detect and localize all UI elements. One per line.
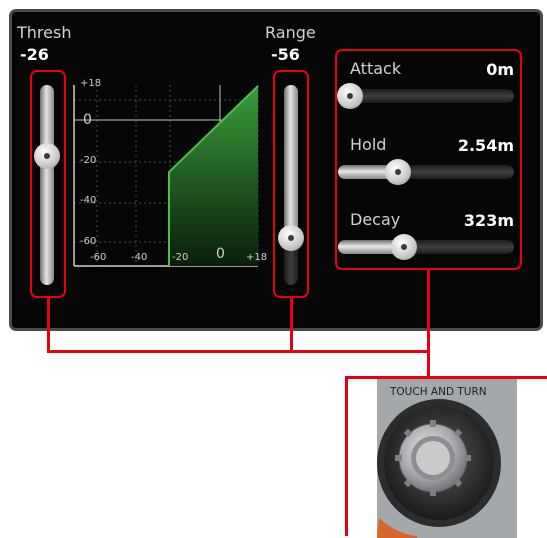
range-value: -56 bbox=[271, 45, 300, 64]
threshold-value: -26 bbox=[20, 45, 49, 64]
time-params-highlight-box bbox=[335, 49, 522, 270]
graph-y-tick-60: -60 bbox=[80, 236, 97, 247]
connector-horizontal bbox=[47, 350, 430, 353]
graph-x-tick-60: -60 bbox=[90, 252, 107, 263]
graph-y-tick-20: -20 bbox=[80, 155, 97, 166]
touch-and-turn-panel bbox=[377, 378, 517, 538]
graph-x-tick-18: +18 bbox=[246, 252, 268, 263]
range-highlight-box bbox=[273, 70, 309, 298]
connector-range-down bbox=[290, 297, 293, 353]
gate-curve-area bbox=[169, 86, 258, 266]
graph-x-tick-20: -20 bbox=[172, 252, 189, 263]
connector-time-down bbox=[427, 269, 430, 378]
graph-x-tick-0: 0 bbox=[216, 246, 225, 262]
tt-highlight-left bbox=[345, 376, 348, 536]
range-label: Range bbox=[265, 23, 316, 42]
gate-transfer-graph bbox=[73, 85, 259, 267]
graph-y-tick-18: +18 bbox=[80, 78, 102, 89]
tt-highlight-top bbox=[347, 376, 547, 379]
threshold-highlight-box bbox=[30, 70, 66, 298]
connector-threshold-down bbox=[47, 297, 50, 353]
graph-y-tick-0: 0 bbox=[83, 112, 92, 128]
touch-and-turn-label: TOUCH AND TURN bbox=[390, 386, 487, 398]
graph-y-tick-40: -40 bbox=[80, 195, 97, 206]
graph-x-tick-40: -40 bbox=[131, 252, 148, 263]
threshold-label: Thresh bbox=[17, 23, 72, 42]
rotary-knob-icon[interactable] bbox=[395, 420, 471, 496]
